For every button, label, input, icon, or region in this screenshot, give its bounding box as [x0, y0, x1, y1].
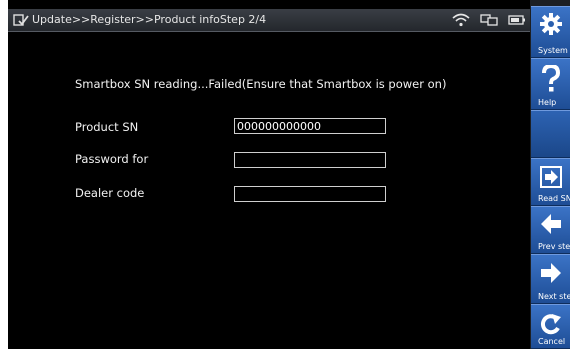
dealer-code-label: Dealer code — [75, 186, 145, 200]
undo-icon — [540, 314, 561, 335]
password-input[interactable] — [234, 152, 386, 168]
main-content: Smartbox SN reading...Failed(Ensure that… — [8, 32, 530, 349]
read-arrow-icon — [540, 166, 562, 188]
status-icons — [452, 12, 526, 28]
system-label: System — [538, 46, 568, 55]
blank-button — [531, 110, 570, 158]
device-screen: Update>>Register>>Product infoStep 2/4 S… — [8, 0, 570, 349]
status-message: Smartbox SN reading...Failed(Ensure that… — [75, 77, 447, 91]
arrow-right-icon — [541, 263, 561, 283]
wifi-icon — [452, 13, 470, 27]
system-button[interactable]: System — [531, 6, 570, 58]
prev-step-button[interactable]: Prev step — [531, 206, 570, 254]
question-icon — [542, 65, 561, 92]
product-sn-label: Product SN — [75, 120, 139, 134]
network-icon — [480, 14, 498, 26]
cancel-label: Cancel — [538, 337, 566, 346]
update-icon — [13, 14, 29, 26]
read-sn-button[interactable]: Read SN — [531, 158, 570, 206]
dealer-code-input[interactable] — [234, 186, 386, 202]
product-sn-input[interactable] — [234, 118, 386, 134]
password-label: Password for — [75, 152, 149, 166]
breadcrumb: Update>>Register>>Product infoStep 2/4 — [32, 13, 267, 26]
gear-icon — [540, 13, 562, 35]
help-button[interactable]: Help — [531, 58, 570, 110]
next-step-label: Next step — [538, 292, 570, 301]
cancel-button[interactable]: Cancel — [531, 304, 570, 349]
right-toolbar: System Help Read SN Prev step — [530, 0, 570, 349]
title-bar: Update>>Register>>Product infoStep 2/4 — [8, 9, 530, 32]
prev-step-label: Prev step — [538, 242, 570, 251]
battery-icon — [508, 15, 525, 25]
arrow-left-icon — [541, 214, 561, 234]
read-sn-label: Read SN — [538, 194, 570, 203]
next-step-button[interactable]: Next step — [531, 254, 570, 304]
help-label: Help — [538, 98, 557, 107]
